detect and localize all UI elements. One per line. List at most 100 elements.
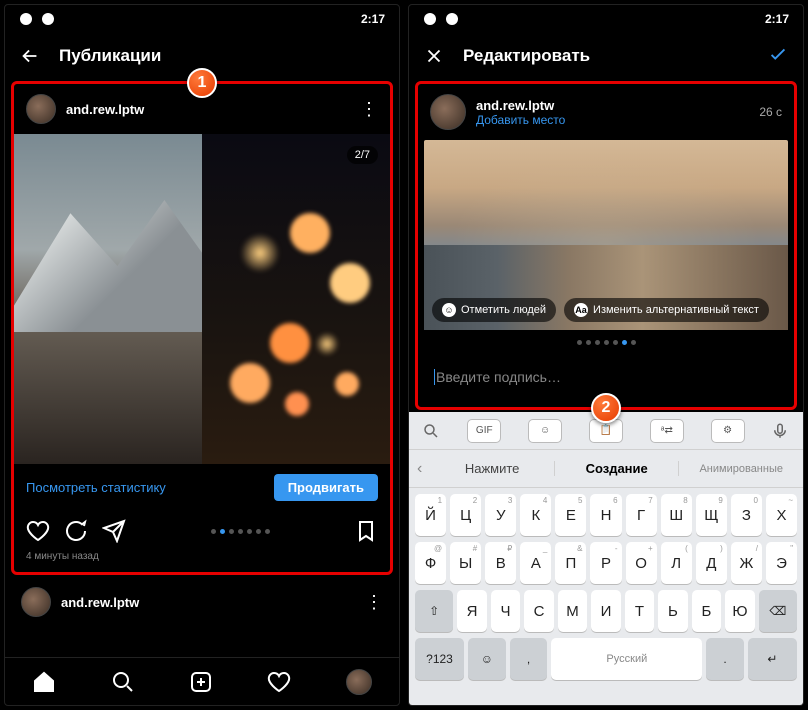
key[interactable]: П& bbox=[555, 542, 586, 584]
carousel-image-2 bbox=[202, 134, 390, 464]
key-space[interactable]: Русский bbox=[551, 638, 702, 680]
add-location-link[interactable]: Добавить место bbox=[476, 113, 749, 127]
image-carousel[interactable]: 2/7 bbox=[14, 134, 390, 464]
key[interactable]: Я bbox=[457, 590, 486, 632]
key[interactable]: Ц2 bbox=[450, 494, 481, 536]
header-title: Редактировать bbox=[463, 46, 749, 66]
viber-icon bbox=[423, 12, 437, 26]
key-comma[interactable]: , bbox=[510, 638, 548, 680]
confirm-icon[interactable] bbox=[767, 43, 789, 65]
alt-text-icon: Aa bbox=[574, 303, 588, 317]
key[interactable]: Л( bbox=[661, 542, 692, 584]
callout-badge-1: 1 bbox=[187, 68, 217, 98]
key[interactable]: Х~ bbox=[766, 494, 797, 536]
comment-icon[interactable] bbox=[64, 519, 88, 543]
key[interactable]: О+ bbox=[626, 542, 657, 584]
key-emoji[interactable]: ☺ bbox=[468, 638, 506, 680]
keyboard-keys: Й1Ц2У3К4Е5Н6Г7Ш8Щ9З0Х~ Ф@Ы#В₽А_П&Р-О+Л(Д… bbox=[409, 488, 803, 705]
share-icon[interactable] bbox=[102, 519, 126, 543]
carousel-counter: 2/7 bbox=[347, 146, 378, 164]
carousel-image-1 bbox=[14, 134, 202, 464]
key[interactable]: И bbox=[591, 590, 620, 632]
edit-header: and.rew.lptw Добавить место 26 с bbox=[418, 84, 794, 140]
key[interactable]: Б bbox=[692, 590, 721, 632]
key[interactable]: Г7 bbox=[626, 494, 657, 536]
settings-button[interactable]: ⚙ bbox=[711, 419, 745, 443]
key-numbers[interactable]: ?123 bbox=[415, 638, 464, 680]
home-icon[interactable] bbox=[32, 670, 56, 694]
bookmark-icon[interactable] bbox=[354, 519, 378, 543]
key[interactable]: Й1 bbox=[415, 494, 446, 536]
key[interactable]: Щ9 bbox=[696, 494, 727, 536]
post-timestamp: 4 минуты назад bbox=[14, 551, 390, 572]
suggestion[interactable]: Нажмите bbox=[430, 461, 555, 476]
clock: 2:17 bbox=[361, 12, 385, 26]
key[interactable]: Ш8 bbox=[661, 494, 692, 536]
callout-badge-2: 2 bbox=[591, 393, 621, 423]
key[interactable]: Д) bbox=[696, 542, 727, 584]
suggestion[interactable]: Анимированные bbox=[679, 463, 803, 475]
key-backspace[interactable]: ⌫ bbox=[759, 590, 797, 632]
activity-icon[interactable] bbox=[267, 670, 291, 694]
stats-row: Посмотреть статистику Продвигать bbox=[14, 464, 390, 511]
username[interactable]: and.rew.lptw bbox=[61, 595, 355, 610]
kb-search-icon[interactable] bbox=[422, 422, 440, 440]
more-icon[interactable]: ⋮ bbox=[365, 593, 383, 611]
mic-icon[interactable] bbox=[771, 422, 789, 440]
new-post-icon[interactable] bbox=[189, 670, 213, 694]
key[interactable]: Т bbox=[625, 590, 654, 632]
key[interactable]: М bbox=[558, 590, 587, 632]
key[interactable]: Ы# bbox=[450, 542, 481, 584]
more-icon[interactable]: ⋮ bbox=[360, 100, 378, 118]
view-stats-link[interactable]: Посмотреть статистику bbox=[26, 480, 264, 495]
viber-icon bbox=[445, 12, 459, 26]
gif-button[interactable]: GIF bbox=[467, 419, 501, 443]
key[interactable]: В₽ bbox=[485, 542, 516, 584]
header-title: Публикации bbox=[59, 46, 385, 66]
back-icon[interactable] bbox=[19, 45, 41, 67]
clock: 2:17 bbox=[765, 12, 789, 26]
post-age: 26 с bbox=[759, 105, 782, 119]
profile-avatar[interactable] bbox=[346, 669, 372, 695]
key[interactable]: Ю bbox=[725, 590, 754, 632]
chevron-left-icon[interactable]: ‹ bbox=[409, 460, 430, 478]
key[interactable]: С bbox=[524, 590, 553, 632]
like-icon[interactable] bbox=[26, 519, 50, 543]
key[interactable]: З0 bbox=[731, 494, 762, 536]
close-icon[interactable] bbox=[423, 45, 445, 67]
person-icon: ☺ bbox=[442, 303, 456, 317]
key[interactable]: А_ bbox=[520, 542, 551, 584]
username: and.rew.lptw bbox=[476, 98, 749, 113]
post-actions bbox=[14, 511, 390, 551]
key[interactable]: Ф@ bbox=[415, 542, 446, 584]
key[interactable]: К4 bbox=[520, 494, 551, 536]
key[interactable]: Р- bbox=[590, 542, 621, 584]
keyboard: GIF ☺ 📋 ᵃ⇄ ⚙ ‹ Нажмите Создание Анимиров… bbox=[409, 412, 803, 705]
key[interactable]: Э" bbox=[766, 542, 797, 584]
search-icon[interactable] bbox=[111, 670, 135, 694]
status-bar: 2:17 bbox=[409, 5, 803, 33]
edit-image[interactable]: ☺Отметить людей AaИзменить альтернативны… bbox=[424, 140, 788, 330]
key[interactable]: Ж/ bbox=[731, 542, 762, 584]
sticker-button[interactable]: ☺ bbox=[528, 419, 562, 443]
key-period[interactable]: . bbox=[706, 638, 744, 680]
phone-right: 2:17 Редактировать and.rew.lptw Добавить… bbox=[408, 4, 804, 706]
translate-button[interactable]: ᵃ⇄ bbox=[650, 419, 684, 443]
key[interactable]: Н6 bbox=[590, 494, 621, 536]
key[interactable]: Ч bbox=[491, 590, 520, 632]
key[interactable]: Ь bbox=[658, 590, 687, 632]
edit-card: and.rew.lptw Добавить место 26 с ☺Отмети… bbox=[415, 81, 797, 410]
suggestion[interactable]: Создание bbox=[555, 461, 680, 476]
avatar[interactable] bbox=[430, 94, 466, 130]
key[interactable]: У3 bbox=[485, 494, 516, 536]
post-card: 1 and.rew.lptw ⋮ 2/7 Посмотреть статисти… bbox=[11, 81, 393, 575]
username[interactable]: and.rew.lptw bbox=[66, 102, 350, 117]
avatar[interactable] bbox=[26, 94, 56, 124]
key[interactable]: Е5 bbox=[555, 494, 586, 536]
avatar[interactable] bbox=[21, 587, 51, 617]
edit-alt-text-button[interactable]: AaИзменить альтернативный текст bbox=[564, 298, 769, 322]
key-enter[interactable]: ↵ bbox=[748, 638, 797, 680]
promote-button[interactable]: Продвигать bbox=[274, 474, 378, 501]
tag-people-button[interactable]: ☺Отметить людей bbox=[432, 298, 556, 322]
key-shift[interactable]: ⇧ bbox=[415, 590, 453, 632]
